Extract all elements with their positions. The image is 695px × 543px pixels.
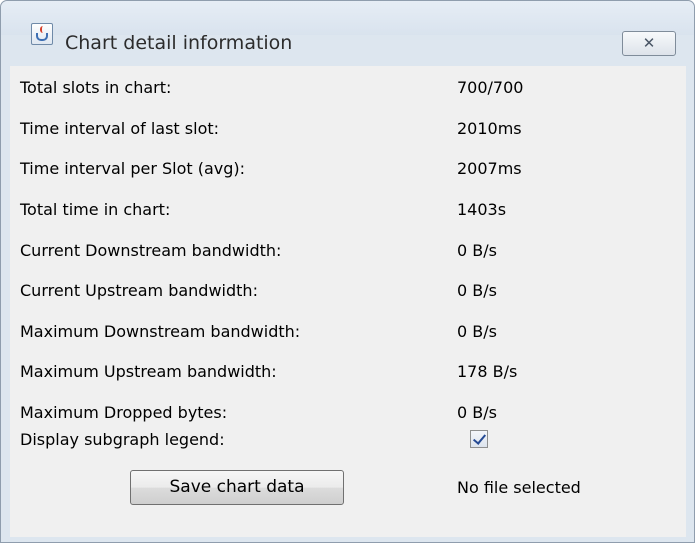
current-upstream-value: 0 B/s	[457, 281, 497, 300]
close-button[interactable]: ✕	[622, 31, 676, 56]
max-dropped-value: 0 B/s	[457, 403, 497, 422]
avg-slot-interval-value: 2007ms	[457, 159, 522, 178]
max-downstream-label: Maximum Downstream bandwidth:	[20, 322, 301, 341]
current-downstream-value: 0 B/s	[457, 241, 497, 260]
last-slot-interval-label: Time interval of last slot:	[20, 119, 220, 138]
close-icon: ✕	[642, 34, 656, 52]
save-chart-data-button[interactable]: Save chart data	[130, 470, 344, 505]
avg-slot-interval-label: Time interval per Slot (avg):	[20, 159, 246, 178]
checkmark-icon	[472, 431, 487, 445]
window-title: Chart detail information	[65, 32, 293, 54]
java-cup-icon	[31, 23, 53, 45]
max-upstream-value: 178 B/s	[457, 362, 518, 381]
max-dropped-label: Maximum Dropped bytes:	[20, 403, 228, 422]
detail-panel: Total slots in chart: 700/700 Time inter…	[10, 66, 686, 537]
total-time-value: 1403s	[457, 200, 507, 219]
total-slots-label: Total slots in chart:	[20, 78, 172, 97]
current-upstream-label: Current Upstream bandwidth:	[20, 281, 258, 300]
chart-detail-dialog: Chart detail information ✕ Total slots i…	[0, 0, 695, 543]
subgraph-legend-checkbox[interactable]	[470, 430, 488, 448]
current-downstream-label: Current Downstream bandwidth:	[20, 241, 282, 260]
max-upstream-label: Maximum Upstream bandwidth:	[20, 362, 277, 381]
max-downstream-value: 0 B/s	[457, 322, 497, 341]
total-slots-value: 700/700	[457, 78, 524, 97]
subgraph-legend-label: Display subgraph legend:	[20, 430, 225, 449]
title-bar[interactable]	[1, 1, 694, 35]
total-time-label: Total time in chart:	[20, 200, 171, 219]
file-status-text: No file selected	[457, 478, 581, 497]
last-slot-interval-value: 2010ms	[457, 119, 522, 138]
